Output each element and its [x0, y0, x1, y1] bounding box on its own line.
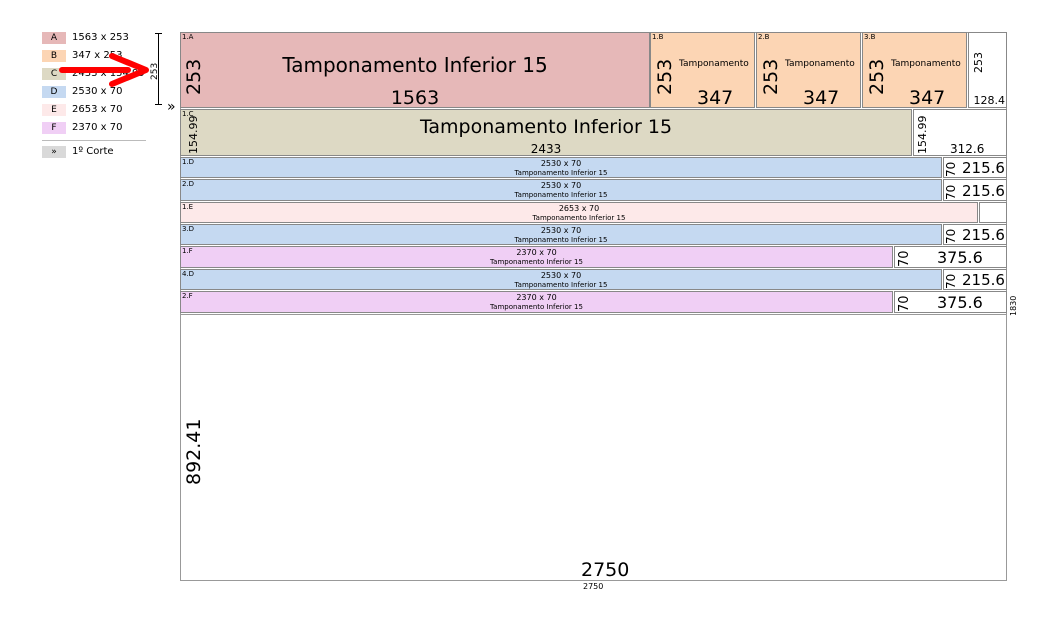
piece-title: Tamponamento Inferior 15 [282, 53, 548, 77]
waste-height: 70 [944, 228, 958, 244]
legend-key: A [42, 32, 66, 44]
piece-2f[interactable]: 2.F 2370 x 70 Tamponamento Inferior 15 [180, 291, 893, 313]
piece-width: 347 [803, 87, 840, 108]
remaining-area[interactable]: 892.41 2750 [180, 314, 1007, 581]
piece-width: 1563 [390, 87, 440, 108]
piece-height: 154.99 [187, 115, 200, 155]
piece-title: Tamponamento Inferior 15 [490, 303, 583, 311]
piece-4d[interactable]: 4.D 2530 x 70 Tamponamento Inferior 15 [180, 269, 942, 290]
sheet-width-label: 2750 [581, 559, 630, 581]
waste-width: 215.6 [962, 182, 1005, 200]
legend-size: 2653 x 70 [72, 104, 123, 115]
piece-title: Tamponamento Inferior 15 [419, 116, 673, 138]
sheet-width-small-label: 2750 [583, 582, 604, 591]
piece-size: 2530 x 70 [540, 181, 582, 190]
waste-width: 215.6 [962, 271, 1005, 289]
waste-width: 375.6 [937, 293, 983, 312]
waste-row2[interactable]: 154.99 312.6 [913, 109, 1007, 156]
remaining-height: 892.41 [183, 418, 205, 485]
waste-e1[interactable] [979, 202, 1007, 223]
piece-3d[interactable]: 3.D 2530 x 70 Tamponamento Inferior 15 [180, 224, 942, 245]
waste-width: 375.6 [937, 248, 983, 267]
cut-label: 1º Corte [72, 146, 114, 157]
red-arrow-icon [59, 53, 149, 87]
piece-height: 253 [866, 58, 888, 95]
waste-row1[interactable]: 253 128.4 [968, 32, 1007, 108]
piece-height: 253 [183, 58, 205, 95]
piece-title: Tamponamento Inferior 15 [514, 236, 608, 244]
cut-marker[interactable]: » [167, 100, 176, 114]
waste-d4[interactable]: 70 215.6 [943, 269, 1007, 290]
waste-height: 253 [972, 52, 985, 73]
strip-height-label: 253 [150, 62, 160, 80]
legend-size: 2370 x 70 [72, 122, 123, 133]
piece-tag: 1.A [182, 33, 194, 41]
waste-d3[interactable]: 70 215.6 [943, 224, 1007, 245]
waste-f2[interactable]: 70 375.6 [894, 291, 1007, 313]
waste-d2[interactable]: 70 215.6 [943, 179, 1007, 201]
sheet-height-label: 1830 [1009, 295, 1018, 316]
piece-1c[interactable]: 1.C Tamponamento Inferior 15 2433 154.99 [180, 109, 912, 156]
cut-key: » [42, 146, 66, 158]
piece-2b[interactable]: 2.B Tamponamento 347 253 [756, 32, 861, 108]
legend-divider [42, 140, 146, 141]
piece-size: 2530 x 70 [540, 159, 582, 168]
piece-1d[interactable]: 1.D 2530 x 70 Tamponamento Inferior 15 [180, 157, 942, 178]
waste-height: 70 [897, 295, 912, 312]
piece-3b[interactable]: 3.B Tamponamento 347 253 [862, 32, 967, 108]
waste-width: 215.6 [962, 159, 1005, 177]
waste-width: 128.4 [973, 94, 1006, 107]
piece-1b[interactable]: 1.B Tamponamento 347 253 [650, 32, 755, 108]
legend-size: 1563 x 253 [72, 32, 129, 43]
waste-height: 70 [944, 184, 958, 200]
piece-title: Tamponamento Inferior 15 [514, 191, 608, 199]
piece-title: Tamponamento Inferior 15 [490, 258, 583, 266]
waste-width: 215.6 [962, 226, 1005, 244]
piece-width: 347 [909, 87, 946, 108]
legend-key: E [42, 104, 66, 116]
piece-1a[interactable]: 1.A Tamponamento Inferior 15 1563 253 [180, 32, 650, 108]
waste-f1[interactable]: 70 375.6 [894, 246, 1007, 268]
piece-tag: 2.B [758, 33, 770, 41]
waste-height: 70 [944, 273, 958, 289]
piece-size: 2370 x 70 [516, 248, 557, 257]
waste-height: 154.99 [916, 115, 929, 155]
piece-1e[interactable]: 1.E 2653 x 70 Tamponamento Inferior 15 [180, 202, 978, 223]
piece-title: Tamponamento Inferior 15 [532, 214, 626, 222]
piece-title: Tamponamento Inferior 15 [514, 169, 608, 177]
piece-size: 2530 x 70 [540, 271, 582, 280]
piece-height: 253 [760, 58, 782, 95]
waste-height: 70 [897, 250, 912, 267]
piece-tag: 3.B [864, 33, 876, 41]
waste-width: 312.6 [950, 142, 985, 156]
piece-1f[interactable]: 1.F 2370 x 70 Tamponamento Inferior 15 [180, 246, 893, 268]
piece-title: Tamponamento [679, 59, 749, 69]
piece-title: Tamponamento [785, 59, 855, 69]
piece-height: 253 [654, 58, 676, 95]
waste-d1[interactable]: 70 215.6 [943, 157, 1007, 178]
legend-key: F [42, 122, 66, 134]
piece-width: 2433 [530, 142, 562, 156]
piece-size: 2530 x 70 [540, 226, 582, 235]
piece-size: 2370 x 70 [516, 293, 557, 302]
waste-height: 70 [944, 161, 958, 177]
piece-title: Tamponamento [891, 59, 961, 69]
piece-title: Tamponamento Inferior 15 [514, 281, 608, 289]
piece-tag: 1.B [652, 33, 664, 41]
piece-width: 347 [697, 87, 734, 108]
piece-2d[interactable]: 2.D 2530 x 70 Tamponamento Inferior 15 [180, 179, 942, 201]
piece-size: 2653 x 70 [558, 204, 600, 213]
